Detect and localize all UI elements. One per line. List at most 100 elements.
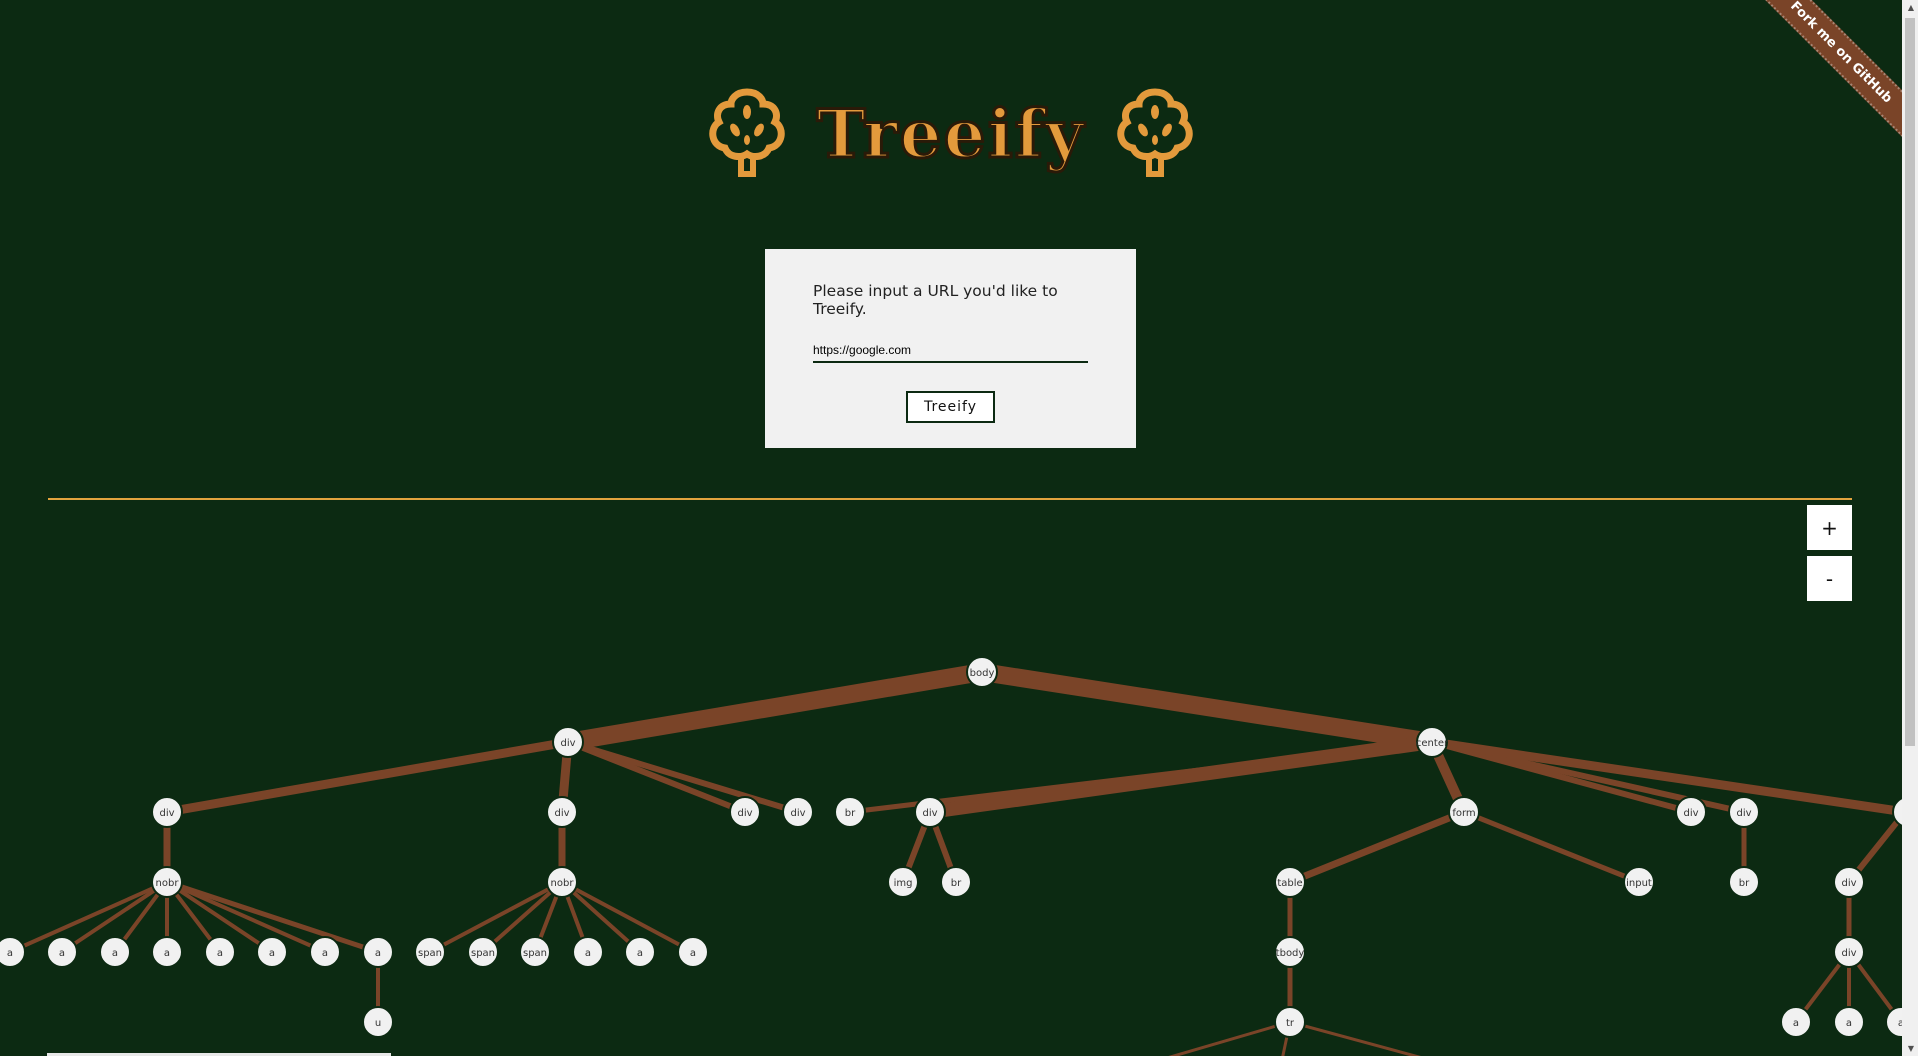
tree-node[interactable]: div [1728, 796, 1760, 828]
svg-text:span: span [523, 948, 547, 959]
tree-node-nobr[interactable]: nobr [151, 866, 183, 898]
tree-node[interactable]: div [1675, 796, 1707, 828]
svg-text:a: a [164, 948, 170, 959]
tree-node[interactable]: a [46, 936, 78, 968]
svg-text:tbody: tbody [1276, 948, 1305, 959]
zoom-in-button[interactable]: + [1807, 505, 1852, 550]
tree-node[interactable]: a [1833, 1006, 1865, 1038]
scroll-thumb[interactable] [1905, 18, 1915, 746]
url-card: Please input a URL you'd like to Treeify… [765, 249, 1136, 448]
svg-text:br: br [951, 878, 962, 889]
tree-node[interactable]: br [1728, 866, 1760, 898]
svg-text:form: form [1452, 808, 1475, 819]
tree-node[interactable]: div [914, 796, 946, 828]
tree-node[interactable]: a [1780, 1006, 1812, 1038]
svg-text:body: body [970, 668, 995, 679]
tree-icon [705, 86, 789, 182]
tree-node-span[interactable]: span [414, 936, 446, 968]
treeify-button[interactable]: Treeify [905, 391, 996, 423]
tree-node[interactable]: a [204, 936, 236, 968]
tree-node[interactable]: a [362, 936, 394, 968]
branch [1288, 1020, 1421, 1056]
tree-node[interactable]: a [99, 936, 131, 968]
branch [162, 737, 573, 817]
tree-node[interactable]: a [256, 936, 288, 968]
svg-text:div: div [554, 808, 569, 819]
tree-node-body[interactable]: body [966, 656, 998, 688]
svg-text:a: a [269, 948, 275, 959]
url-input[interactable] [813, 339, 1088, 363]
svg-text:span: span [418, 948, 442, 959]
branch [559, 663, 991, 751]
tree-node[interactable]: div [151, 796, 183, 828]
tree-node[interactable]: div [1833, 936, 1865, 968]
tree-node[interactable]: div [782, 796, 814, 828]
tree-node-img[interactable]: img [887, 866, 919, 898]
tree-node-nobr[interactable]: nobr [546, 866, 578, 898]
tree-node[interactable]: a [1885, 1006, 1902, 1038]
svg-text:div: div [1841, 948, 1856, 959]
scroll-up-icon[interactable]: ▲ [1908, 3, 1914, 12]
svg-text:nobr: nobr [156, 878, 180, 889]
svg-text:center: center [1416, 738, 1449, 749]
tree-node[interactable]: a [677, 936, 709, 968]
vertical-scrollbar[interactable]: ▲ ▼ [1902, 0, 1918, 1056]
svg-text:div: div [790, 808, 805, 819]
branch [923, 735, 1439, 819]
svg-text:div: div [737, 808, 752, 819]
tree-node-span[interactable]: span [519, 936, 551, 968]
tree-node[interactable]: br [940, 866, 972, 898]
branch [1427, 737, 1902, 817]
tree-node[interactable]: a [0, 936, 26, 968]
tree-node[interactable]: a [309, 936, 341, 968]
svg-text:br: br [845, 808, 856, 819]
fork-me-on-github-link[interactable]: Fork me on GitHub [1754, 0, 1904, 146]
svg-text:img: img [894, 878, 913, 889]
tree-node-center[interactable]: center [1416, 726, 1449, 758]
tree-icon [1113, 86, 1197, 182]
tree-node-span[interactable]: span [467, 936, 499, 968]
svg-text:div: div [560, 738, 575, 749]
svg-text:a: a [59, 948, 65, 959]
svg-text:div: div [159, 808, 174, 819]
tree-node-tr[interactable]: tr [1274, 1006, 1306, 1038]
app-header: Treeify [0, 86, 1902, 182]
tree-node-form[interactable]: form [1448, 796, 1480, 828]
branch [1168, 1020, 1292, 1056]
button-row: Treeify [813, 391, 1088, 423]
url-prompt: Please input a URL you'd like to Treeify… [813, 282, 1058, 318]
svg-text:div: div [922, 808, 937, 819]
tree-node[interactable]: a [624, 936, 656, 968]
svg-text:a: a [690, 948, 696, 959]
svg-text:u: u [375, 1018, 381, 1029]
tree-node-tbody[interactable]: tbody [1274, 936, 1306, 968]
tree-node[interactable]: br [834, 796, 866, 828]
tree-node-input[interactable]: input [1623, 866, 1655, 898]
svg-text:a: a [1793, 1018, 1799, 1029]
tree-node-u[interactable]: u [362, 1006, 394, 1038]
fork-banner-container: Fork me on GitHub [1754, 0, 1904, 150]
svg-text:a: a [112, 948, 118, 959]
zoom-out-button[interactable]: - [1807, 556, 1852, 601]
svg-text:div: div [1841, 878, 1856, 889]
app-title: Treeify [815, 94, 1086, 175]
svg-text:div: div [1683, 808, 1698, 819]
tree-node[interactable]: a [572, 936, 604, 968]
tree-node[interactable]: a [151, 936, 183, 968]
svg-text:nobr: nobr [551, 878, 575, 889]
svg-text:a: a [217, 948, 223, 959]
tree-node[interactable]: div [546, 796, 578, 828]
tree-node[interactable]: div [1833, 866, 1865, 898]
branch [973, 663, 1441, 751]
tree-branches [8, 663, 1902, 1056]
svg-text:table: table [1277, 878, 1302, 889]
svg-text:a: a [375, 948, 381, 959]
tree-node-table[interactable]: table [1274, 866, 1306, 898]
svg-text:a: a [7, 948, 13, 959]
svg-text:div: div [1736, 808, 1751, 819]
tree-node[interactable]: div [552, 726, 584, 758]
branch [1461, 809, 1642, 885]
svg-text:br: br [1739, 878, 1750, 889]
scroll-down-icon[interactable]: ▼ [1908, 1044, 1914, 1053]
tree-node[interactable]: div [729, 796, 761, 828]
